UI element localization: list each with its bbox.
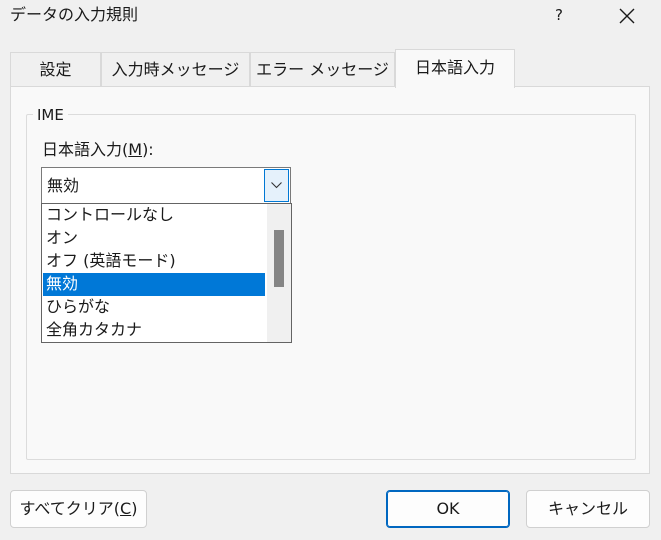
close-button[interactable] [604, 0, 650, 32]
title-bar: データの入力規則 ? [0, 0, 661, 32]
ok-button[interactable]: OK [386, 490, 510, 528]
ime-mode-label: 日本語入力(M): [42, 140, 154, 160]
scrollbar-thumb[interactable] [274, 230, 284, 287]
dropdown-option-hiragana[interactable]: ひらがな [43, 296, 265, 319]
clear-all-button[interactable]: すべてクリア(C) [10, 490, 147, 528]
clear-all-label-mnemonic: C [120, 499, 132, 518]
tab-error-message[interactable]: エラー メッセージ [250, 52, 395, 87]
ime-mode-dropdown-list[interactable]: コントロールなし オン オフ (英語モード) 無効 ひらがな 全角カタカナ [41, 203, 292, 343]
ime-group-legend: IME [33, 106, 68, 124]
clear-all-label-prefix: すべてクリア( [19, 499, 121, 518]
dropdown-option-off-english[interactable]: オフ (英語モード) [43, 250, 265, 273]
dropdown-option-fullwidth-katakana[interactable]: 全角カタカナ [43, 319, 265, 342]
dropdown-option-disabled[interactable]: 無効 [43, 273, 265, 296]
cancel-button[interactable]: キャンセル [526, 490, 650, 528]
dropdown-option-on[interactable]: オン [43, 227, 265, 250]
ime-mode-selected-value: 無効 [47, 176, 80, 195]
tab-panel-japanese-input: IME 日本語入力(M): 無効 コントロールなし オン オフ (英語モード) … [10, 86, 650, 474]
chevron-down-icon [271, 182, 282, 189]
clear-all-label-suffix: ) [131, 499, 138, 518]
ime-mode-dropdown-button[interactable] [264, 169, 289, 202]
ime-mode-select[interactable]: 無効 [41, 167, 291, 204]
tab-input-message[interactable]: 入力時メッセージ [101, 52, 250, 87]
dialog-title: データの入力規則 [10, 5, 139, 24]
tab-japanese-input[interactable]: 日本語入力 [395, 49, 515, 88]
tab-settings[interactable]: 設定 [10, 52, 101, 87]
tab-bar: 設定 入力時メッセージ エラー メッセージ 日本語入力 [10, 49, 650, 88]
ime-mode-label-suffix: ): [142, 140, 154, 159]
dropdown-scrollbar[interactable] [267, 204, 291, 342]
close-icon [619, 8, 635, 24]
ime-mode-label-prefix: 日本語入力( [42, 140, 129, 159]
help-button[interactable]: ? [544, 0, 574, 32]
dropdown-option-no-control[interactable]: コントロールなし [43, 204, 265, 227]
ime-mode-label-mnemonic: M [128, 140, 143, 159]
